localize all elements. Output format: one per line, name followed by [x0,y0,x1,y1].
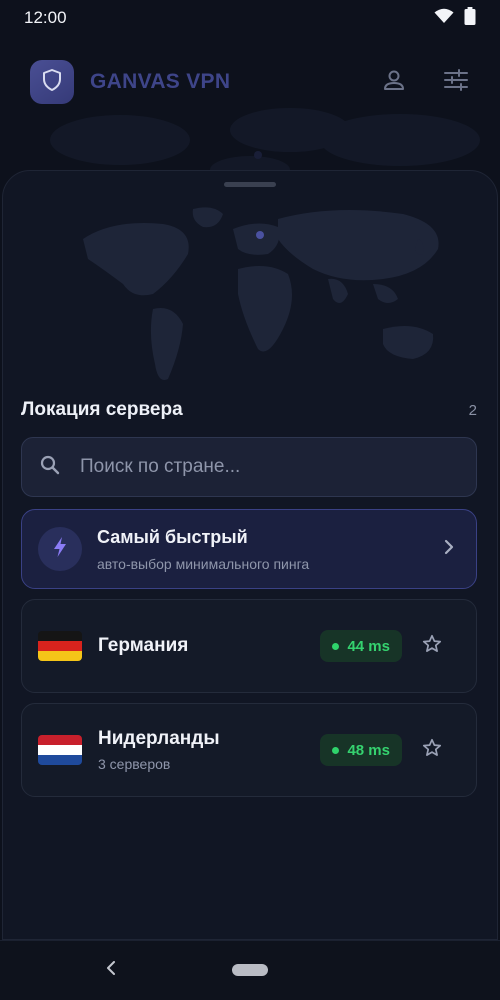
section-title: Локация сервера [21,399,183,420]
favorite-button[interactable] [420,634,444,658]
bolt-badge [38,527,82,571]
ping-value: 48 ms [347,741,390,759]
battery-icon [464,6,476,30]
brand-name: GANVAS VPN [90,70,231,93]
server-count: 2 [468,401,477,419]
system-nav-bar [0,940,500,1000]
netherlands-flag-icon [38,735,82,765]
server-name: Германия [98,635,189,656]
search-icon [40,455,60,480]
germany-flag-icon [38,631,82,661]
favorite-button[interactable] [420,738,444,762]
star-icon [422,738,442,763]
chevron-left-icon [106,960,116,980]
ping-dot-icon [332,746,340,754]
ping-badge: 44 ms [320,630,402,662]
status-icons [434,6,476,30]
drag-handle[interactable] [224,182,276,187]
ping-value: 44 ms [347,637,390,655]
fastest-title: Самый быстрый [97,526,248,547]
status-bar: 12:00 [0,0,500,36]
settings-button[interactable] [442,68,470,96]
ping-dot-icon [332,642,340,650]
back-button[interactable] [100,959,122,981]
shield-icon [41,68,63,97]
search-input[interactable] [80,456,458,478]
app-logo [30,60,74,104]
server-name: Нидерланды [98,728,220,749]
search-box[interactable] [21,437,477,497]
home-pill[interactable] [232,964,268,976]
star-icon [422,634,442,659]
status-time: 12:00 [24,8,67,27]
sliders-icon [443,68,469,97]
server-sheet: Локация сервера 2 Самый быстрый авто-выб… [2,170,498,940]
lightning-icon [53,536,67,563]
wifi-icon [434,8,454,29]
ping-badge: 48 ms [320,734,402,766]
profile-button[interactable] [380,68,408,96]
server-item-germany[interactable]: Германия 44 ms [21,599,477,693]
server-count-label: 3 серверов [98,756,171,772]
world-map [83,207,439,380]
app-header: GANVAS VPN [0,56,500,108]
chevron-right-icon [444,539,454,560]
user-icon [382,68,406,97]
server-item-netherlands[interactable]: Нидерланды 3 серверов 48 ms [21,703,477,797]
fastest-subtitle: авто-выбор минимального пинга [97,555,310,572]
fastest-server-option[interactable]: Самый быстрый авто-выбор минимального пи… [21,509,477,589]
